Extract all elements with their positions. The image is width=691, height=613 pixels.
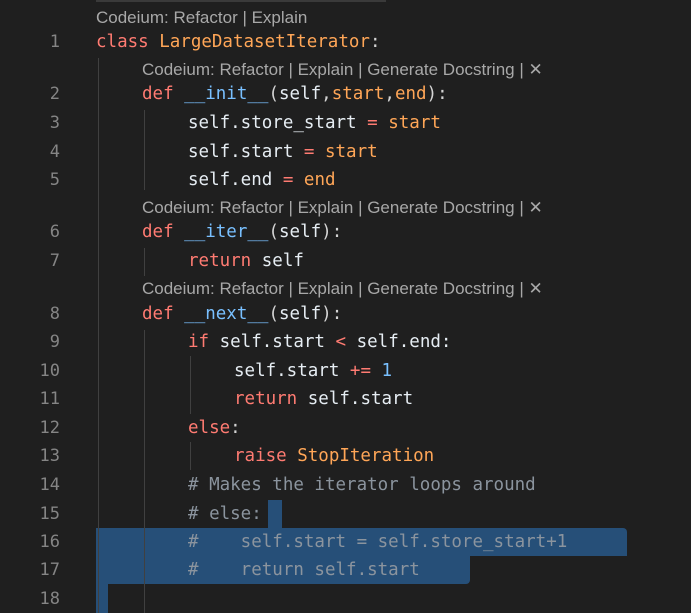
line-number: 16 <box>39 532 60 552</box>
code-token: # return self.start <box>188 560 420 580</box>
code-token: self <box>261 251 304 271</box>
line-number: 2 <box>49 84 60 104</box>
code-line[interactable]: self.end = end <box>188 166 336 194</box>
code-line[interactable]: # return self.start <box>188 556 420 584</box>
code-line[interactable]: return self <box>188 247 304 275</box>
codelens-class[interactable]: Codeium: Refactor | Explain <box>96 7 307 29</box>
code-token: end <box>293 170 336 190</box>
code-token: # else: <box>188 504 262 524</box>
code-token: self.end: <box>346 332 452 352</box>
selection-highlight <box>268 500 282 528</box>
code-token: self.start <box>219 332 336 352</box>
line-number: 13 <box>39 446 60 466</box>
code-line[interactable]: raise StopIteration <box>234 442 434 470</box>
code-token: raise <box>234 446 298 466</box>
code-token: self <box>279 84 322 104</box>
code-token: : <box>369 32 381 52</box>
code-editor[interactable]: Codeium: Refactor | Explain Codeium: Ref… <box>0 0 691 613</box>
code-token: self.start <box>307 389 414 409</box>
code-token: # self.start = self.store_start+1 <box>188 532 568 552</box>
line-number: 3 <box>49 113 60 133</box>
scroll-shadow <box>96 0 386 2</box>
code-token: start <box>377 113 441 133</box>
code-token: def <box>142 84 185 104</box>
line-number: 6 <box>49 222 60 242</box>
code-line[interactable]: # else: <box>188 500 262 528</box>
code-token: : <box>230 418 241 438</box>
code-token: ( <box>268 222 279 242</box>
code-line[interactable]: # Makes the iterator loops around <box>188 471 536 499</box>
line-number: 12 <box>39 418 60 438</box>
code-token: class <box>96 32 160 52</box>
code-line[interactable]: def __iter__(self): <box>142 218 342 246</box>
line-number: 1 <box>49 32 60 52</box>
code-token: # Makes the iterator loops around <box>188 475 536 495</box>
code-token: def <box>142 304 185 324</box>
code-token: StopIteration <box>297 446 435 466</box>
code-token: self.start <box>188 142 304 162</box>
code-line[interactable]: def __init__(self,start,end): <box>142 80 448 108</box>
code-token: ( <box>268 304 279 324</box>
code-line[interactable]: return self.start <box>234 385 413 413</box>
codelens-init[interactable]: Codeium: Refactor | Explain | Generate D… <box>142 59 543 81</box>
code-token: return <box>234 389 308 409</box>
code-token: __iter__ <box>184 222 269 242</box>
code-line[interactable]: self.start = start <box>188 138 378 166</box>
codelens-iter[interactable]: Codeium: Refactor | Explain | Generate D… <box>142 197 543 219</box>
code-token: self <box>279 304 322 324</box>
code-token: __init__ <box>184 84 269 104</box>
code-token: self <box>279 222 322 242</box>
code-token: self.end <box>188 170 283 190</box>
code-token: , <box>384 84 395 104</box>
code-line[interactable]: self.store_start = start <box>188 109 441 137</box>
code-token: return <box>188 251 262 271</box>
code-token: LargeDatasetIterator <box>159 32 370 52</box>
code-line[interactable]: def __next__(self): <box>142 300 342 328</box>
line-number: 9 <box>49 332 60 352</box>
code-line[interactable]: else: <box>188 414 241 442</box>
indent-guide <box>190 356 191 414</box>
code-line[interactable]: self.start += 1 <box>234 357 392 385</box>
code-token: start <box>314 142 378 162</box>
line-number: 11 <box>39 389 60 409</box>
code-token: 1 <box>370 361 393 381</box>
line-number: 17 <box>39 560 60 580</box>
code-token: self.start <box>234 361 350 381</box>
indent-guide <box>190 442 191 470</box>
code-token: < <box>335 332 347 352</box>
code-token: def <box>142 222 185 242</box>
code-token: if <box>188 332 220 352</box>
code-token: __next__ <box>184 304 269 324</box>
line-number: 15 <box>39 504 60 524</box>
code-token: end <box>394 84 427 104</box>
code-token: ( <box>268 84 279 104</box>
code-token: ): <box>321 222 343 242</box>
code-token: else <box>188 418 231 438</box>
indent-guide <box>144 110 145 190</box>
code-token: = <box>282 170 294 190</box>
code-line[interactable]: if self.start < self.end: <box>188 328 451 356</box>
line-number: 4 <box>49 142 60 162</box>
line-number: 5 <box>49 170 60 190</box>
indent-guide <box>144 330 145 613</box>
line-number: 14 <box>39 475 60 495</box>
line-number: 7 <box>49 251 60 271</box>
code-line[interactable]: # self.start = self.store_start+1 <box>188 528 567 556</box>
codelens-next[interactable]: Codeium: Refactor | Explain | Generate D… <box>142 278 543 300</box>
code-token: start <box>331 84 385 104</box>
code-token: = <box>303 142 315 162</box>
code-token: = <box>367 113 378 133</box>
code-token: ): <box>321 304 343 324</box>
indent-guide <box>144 248 145 276</box>
code-token: ): <box>426 84 448 104</box>
line-number: 8 <box>49 304 60 324</box>
indent-guide <box>98 58 99 613</box>
code-token: self.store_start <box>188 113 368 133</box>
line-number: 18 <box>39 589 60 609</box>
code-token: += <box>349 361 371 381</box>
line-number: 10 <box>39 361 60 381</box>
code-line[interactable]: class LargeDatasetIterator: <box>96 28 380 56</box>
code-token: , <box>321 84 332 104</box>
